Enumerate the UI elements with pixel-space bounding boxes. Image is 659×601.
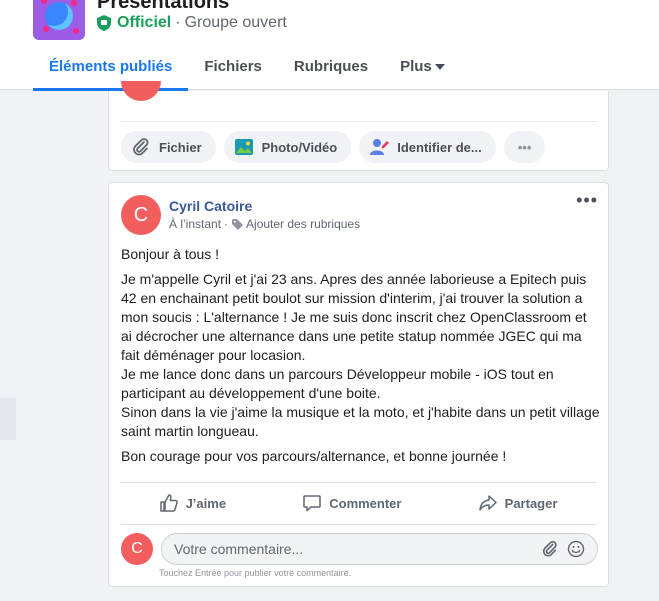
comment-icon [303,495,321,512]
post-paragraph: Bonjour à tous ! [121,246,220,262]
tag-people-label: Identifier de... [397,139,482,155]
tab-more[interactable]: Plus [384,48,461,90]
tab-label: Plus [400,58,432,75]
share-button[interactable]: Partager [478,494,558,512]
comment-placeholder: Votre commentaire... [174,541,304,557]
post-author[interactable]: Cyril Catoire [169,198,252,214]
post-body: Bonjour à tous ! Je m'appelle Cyril et j… [121,245,601,472]
divider [121,121,596,122]
photo-video-button[interactable]: Photo/Vidéo [223,131,352,163]
commenter-avatar[interactable]: C [121,533,153,565]
meta-separator: · [175,14,181,31]
composer-actions: Fichier Photo/Vidéo Identifier de... ••• [121,131,546,163]
tag-icon [232,218,244,230]
file-button[interactable]: Fichier [121,131,216,163]
group-tabs: Éléments publiés Fichiers Rubriques Plus [33,48,461,91]
group-privacy: Groupe ouvert [184,14,287,31]
post-options-button[interactable]: ••• [576,191,598,209]
share-icon [478,495,497,511]
composer-avatar [121,81,161,101]
paperclip-icon[interactable] [541,540,559,558]
tab-label: Rubriques [293,58,369,75]
meta-separator: · [224,217,229,231]
photo-icon [234,139,253,155]
tab-topics[interactable]: Rubriques [278,48,384,90]
tab-label: Fichiers [204,58,262,75]
globe-icon [45,2,73,30]
comment-button[interactable]: Commenter [303,494,401,512]
group-title[interactable]: Présentations [97,0,229,14]
paperclip-icon [133,138,149,156]
decor-dot [43,26,49,32]
tag-people-icon [370,139,390,155]
post-time[interactable]: À l’instant [169,217,221,231]
divider [121,524,596,525]
caret-down-icon [434,64,445,71]
comment-label: Commenter [329,495,402,511]
divider [121,482,596,483]
group-meta: Officiel · Groupe ouvert [97,14,287,32]
post-meta: À l’instant · Ajouter des rubriques [169,217,360,231]
left-panel-edge [0,398,16,440]
post-actions: J’aime Commenter Partager [121,486,596,520]
thumbs-up-icon [159,494,178,512]
composer-card: Fichier Photo/Vidéo Identifier de... ••• [108,81,609,171]
file-label: Fichier [159,139,202,155]
shield-icon [97,15,111,31]
more-icon: ••• [517,139,532,155]
post-paragraph: Je m'appelle Cyril et j'ai 23 ans. Apres… [121,271,600,439]
share-label: Partager [504,495,558,511]
comment-hint: Touchez Entrée pour publier votre commen… [159,568,352,578]
tab-label: Éléments publiés [49,58,173,75]
group-avatar[interactable] [33,0,85,40]
post-paragraph: Bon courage pour vos parcours/alternance… [121,448,507,464]
decor-dot [41,0,47,4]
tag-people-button[interactable]: Identifier de... [359,131,496,163]
group-header: Présentations Officiel · Groupe ouvert É… [0,0,659,91]
add-topics-link[interactable]: Ajouter des rubriques [246,217,360,231]
photo-video-label: Photo/Vidéo [261,139,338,155]
tab-published[interactable]: Éléments publiés [33,48,189,91]
like-label: J’aime [185,495,227,511]
official-badge: Officiel [117,14,172,31]
comment-input[interactable]: Votre commentaire... [161,533,598,565]
avatar[interactable]: C [121,195,161,235]
decor-dot [73,28,79,34]
tab-files[interactable]: Fichiers [188,48,278,90]
emoji-icon[interactable] [567,540,585,558]
decor-dot [71,0,77,6]
like-button[interactable]: J’aime [159,494,227,512]
more-options-button[interactable]: ••• [503,131,546,163]
post-card: C Cyril Catoire À l’instant · Ajouter de… [108,182,609,587]
